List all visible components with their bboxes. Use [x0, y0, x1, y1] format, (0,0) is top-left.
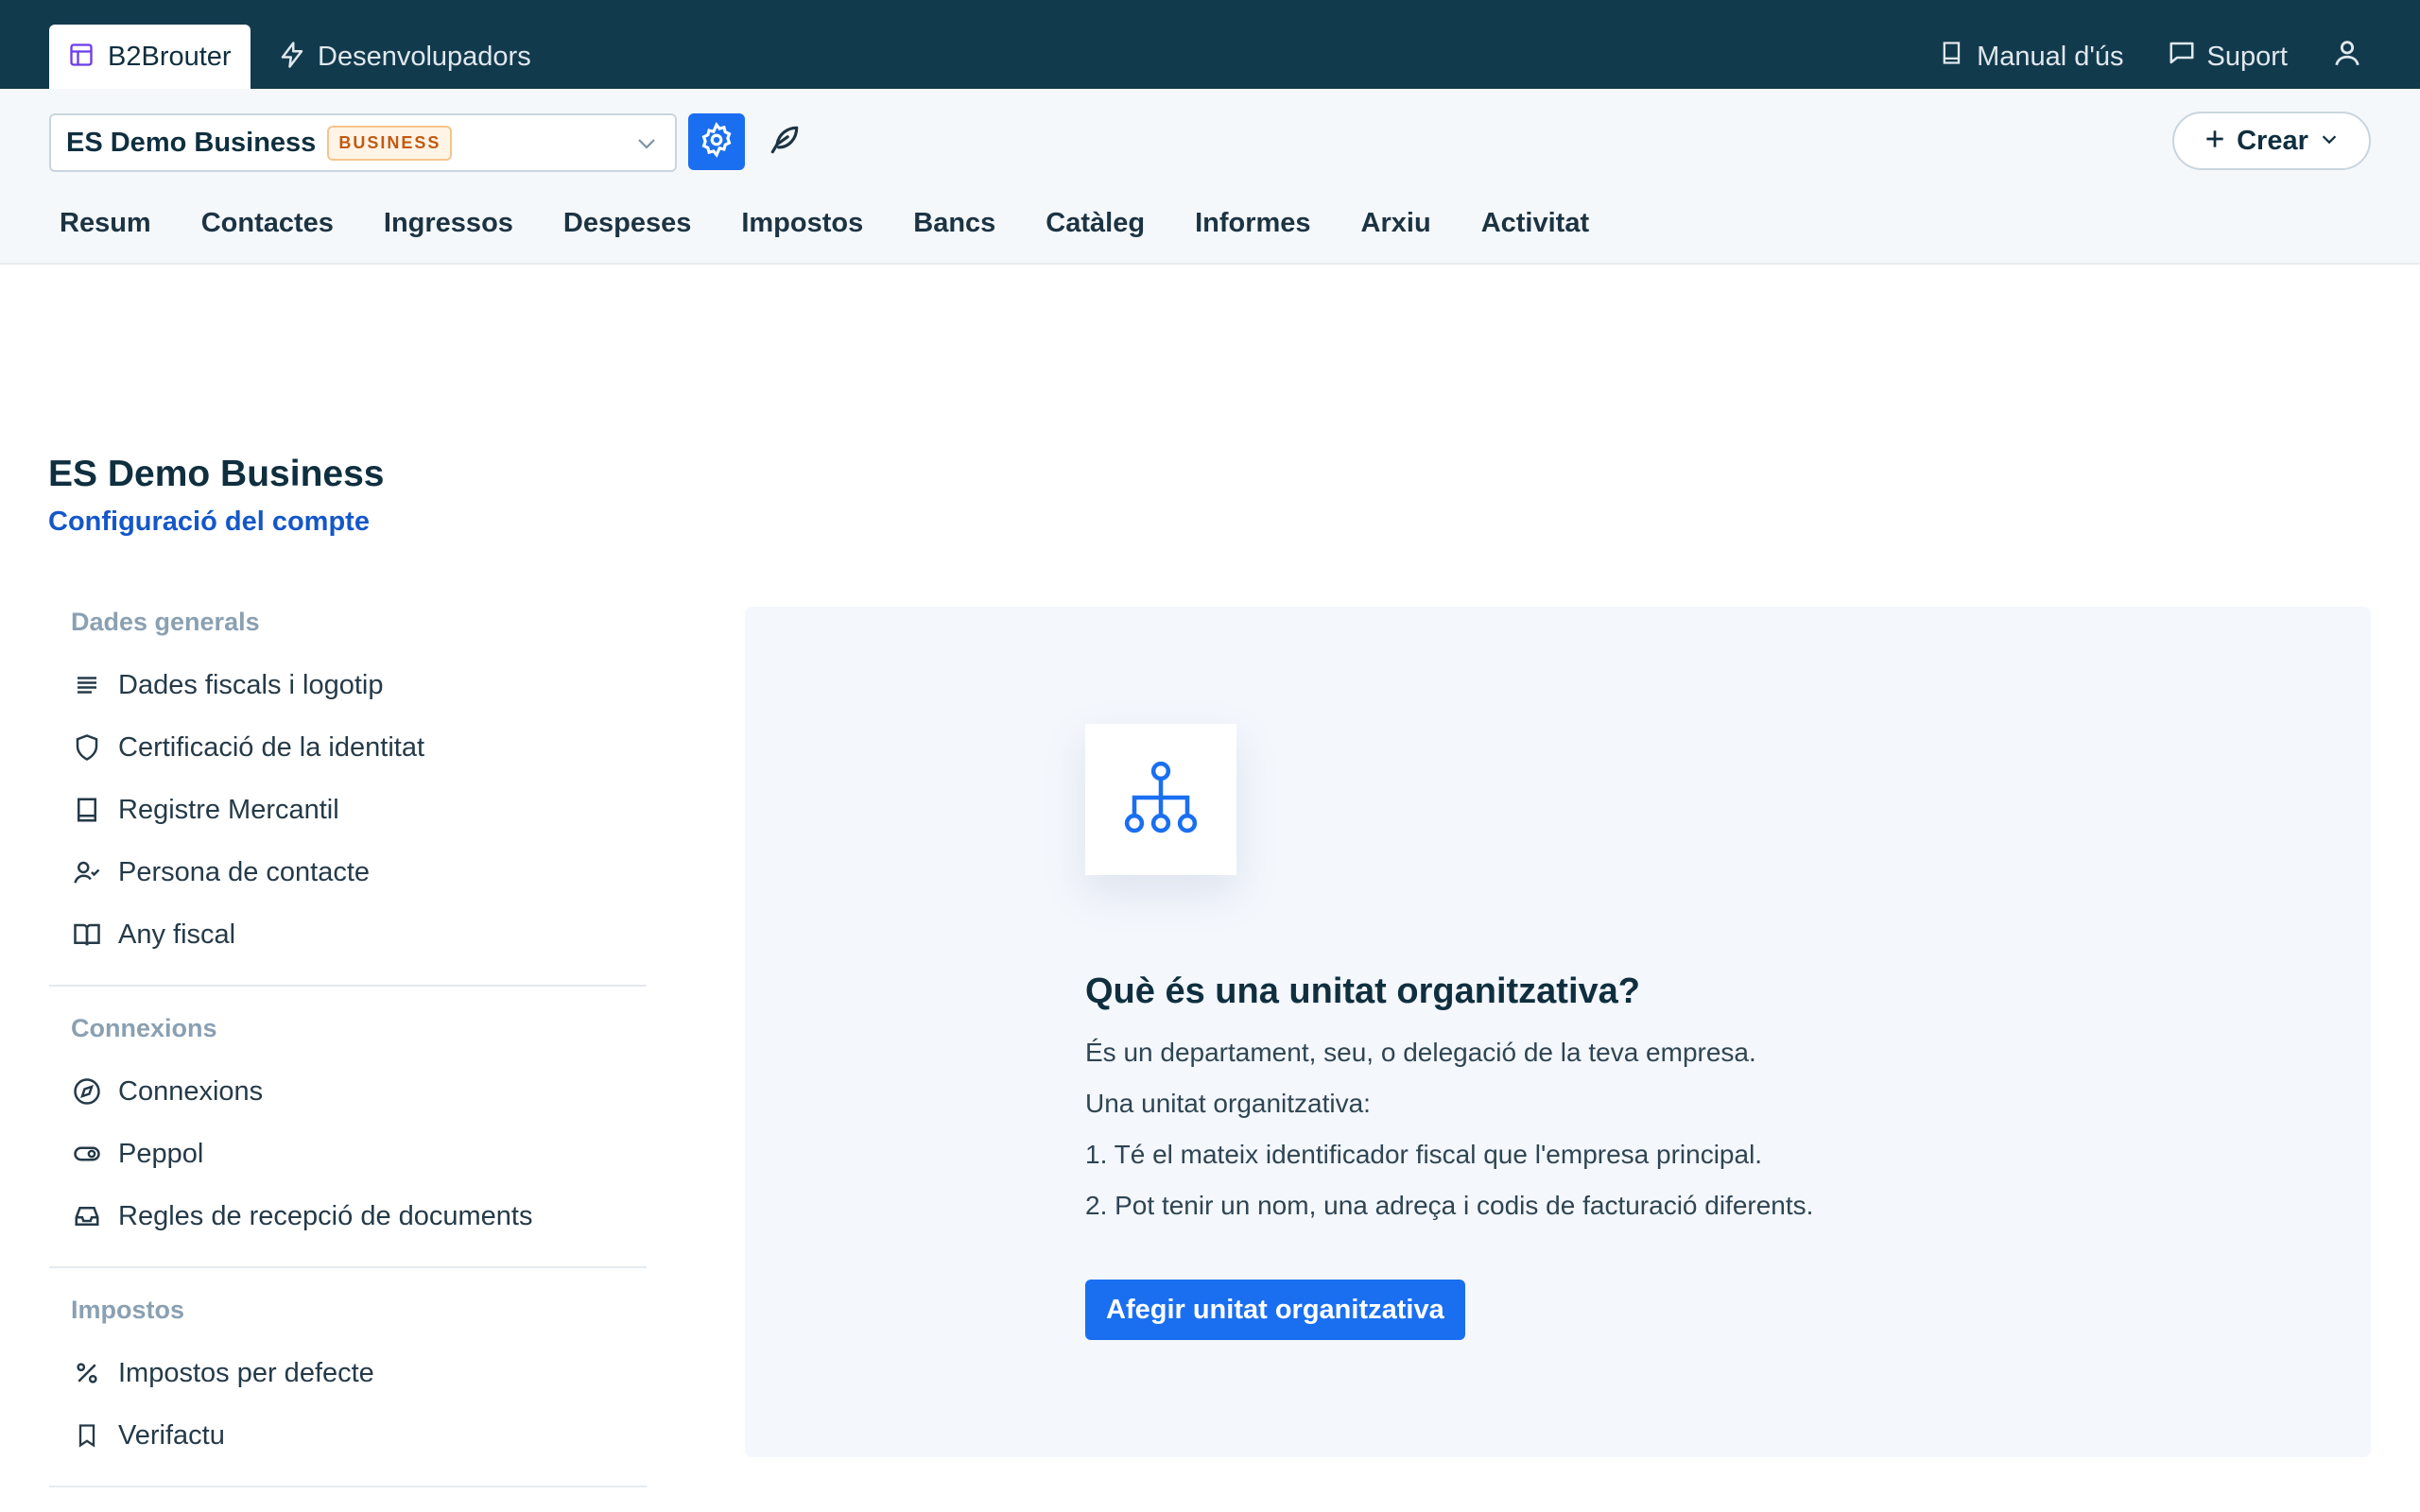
- sidebar-item-contact-person[interactable]: Persona de contacte: [49, 841, 647, 903]
- org-chart-icon: [1121, 758, 1201, 842]
- create-label: Crear: [2237, 125, 2308, 156]
- sidebar-item-label: Impostos per defecte: [118, 1357, 374, 1388]
- sidebar-item-label: Certificació de la identitat: [118, 731, 424, 763]
- add-org-unit-label: Afegir unitat organitzativa: [1106, 1294, 1444, 1325]
- gear-icon: [699, 121, 735, 163]
- book-icon: [1939, 39, 1965, 75]
- page-subtitle: Configuració del compte: [48, 507, 370, 537]
- divider: [49, 1486, 647, 1487]
- company-name: ES Demo Business: [66, 127, 317, 158]
- lightning-icon: [278, 41, 306, 74]
- feather-button[interactable]: [762, 113, 807, 170]
- sidebar-item-identity[interactable]: Certificació de la identitat: [49, 716, 647, 779]
- tab-b2brouter-label: B2Brouter: [108, 41, 232, 72]
- percent-icon: [71, 1357, 103, 1389]
- nav-bancs[interactable]: Bancs: [913, 208, 995, 239]
- plus-icon: [2203, 127, 2227, 156]
- nav-activitat[interactable]: Activitat: [1481, 208, 1589, 239]
- sidebar-item-label: Any fiscal: [118, 919, 236, 950]
- user-check-icon: [71, 856, 103, 888]
- top-bar: B2Brouter Desenvolupadors Manual d'ús Su…: [0, 0, 2420, 89]
- tab-developers-label: Desenvolupadors: [318, 41, 531, 72]
- section-title-connections: Connexions: [71, 1014, 217, 1042]
- chevron-down-icon: [2318, 129, 2341, 154]
- empty-state-title: Què és una unitat organitzativa?: [1085, 971, 1640, 1011]
- sidebar-item-label: Dades fiscals i logotip: [118, 669, 384, 700]
- sidebar-item-fiscal-year[interactable]: Any fiscal: [49, 903, 647, 966]
- org-chart-card: [1085, 724, 1236, 875]
- empty-state-line-1: És un departament, seu, o delegació de l…: [1085, 1038, 1756, 1067]
- user-menu-button[interactable]: [2331, 37, 2363, 77]
- sidebar-item-peppol[interactable]: Peppol: [49, 1123, 647, 1185]
- plan-badge: BUSINESS: [327, 125, 453, 161]
- toggle-icon: [71, 1138, 103, 1170]
- top-right-menu: Manual d'ús Suport: [1939, 25, 2420, 89]
- app-grid-icon: [68, 42, 95, 73]
- nav-resum[interactable]: Resum: [60, 208, 151, 239]
- manual-label: Manual d'ús: [1977, 41, 2124, 72]
- sidebar-item-label: Connexions: [118, 1075, 264, 1107]
- nav-contactes[interactable]: Contactes: [201, 208, 334, 239]
- tab-b2brouter[interactable]: B2Brouter: [49, 25, 251, 89]
- page-title: ES Demo Business: [48, 454, 385, 494]
- nav-impostos[interactable]: Impostos: [741, 208, 863, 239]
- nav-despeses[interactable]: Despeses: [563, 208, 691, 239]
- nav-ingressos[interactable]: Ingressos: [384, 208, 513, 239]
- sidebar-item-label: Registre Mercantil: [118, 794, 339, 825]
- empty-state-line-3: 1. Té el mateix identificador fiscal que…: [1085, 1140, 1763, 1169]
- feather-icon: [767, 122, 803, 163]
- open-book-icon: [71, 919, 103, 951]
- sidebar-item-label: Peppol: [118, 1138, 204, 1169]
- inbox-icon: [71, 1200, 103, 1232]
- account-bar: ES Demo Business BUSINESS Crear Resum Co…: [0, 89, 2420, 265]
- compass-icon: [71, 1075, 103, 1108]
- nav-informes[interactable]: Informes: [1195, 208, 1310, 239]
- user-icon: [2331, 37, 2363, 77]
- book-icon: [71, 794, 103, 826]
- shield-icon: [71, 731, 103, 764]
- main-nav: Resum Contactes Ingressos Despeses Impos…: [60, 208, 1639, 239]
- sidebar-item-receipt-rules[interactable]: Regles de recepció de documents: [49, 1185, 647, 1247]
- company-selector[interactable]: ES Demo Business BUSINESS: [49, 113, 677, 172]
- sidebar-item-tax-data[interactable]: Dades fiscals i logotip: [49, 654, 647, 716]
- tab-developers[interactable]: Desenvolupadors: [278, 25, 531, 89]
- text-lines-icon: [71, 669, 103, 701]
- empty-state-panel: Què és una unitat organitzativa? És un d…: [745, 607, 2371, 1457]
- nav-arxiu[interactable]: Arxiu: [1361, 208, 1431, 239]
- sidebar-item-default-taxes[interactable]: Impostos per defecte: [49, 1342, 647, 1404]
- divider: [49, 985, 647, 987]
- settings-button[interactable]: [688, 113, 745, 170]
- sidebar-item-label: Persona de contacte: [118, 856, 371, 887]
- sidebar-item-connections[interactable]: Connexions: [49, 1060, 647, 1123]
- bookmark-icon: [71, 1419, 103, 1452]
- section-title-general: Dades generals: [71, 608, 260, 636]
- create-button[interactable]: Crear: [2172, 112, 2371, 170]
- settings-sidebar: Dades generals Dades fiscals i logotip C…: [49, 601, 647, 1508]
- chevron-down-icon: [633, 132, 660, 160]
- support-link[interactable]: Suport: [2168, 39, 2288, 75]
- empty-state-line-2: Una unitat organitzativa:: [1085, 1089, 1371, 1118]
- divider: [49, 1266, 647, 1268]
- sidebar-item-label: Regles de recepció de documents: [118, 1200, 533, 1231]
- chat-icon: [2168, 39, 2196, 75]
- sidebar-item-label: Verifactu: [118, 1419, 225, 1451]
- section-title-taxes: Impostos: [71, 1296, 185, 1324]
- nav-cataleg[interactable]: Catàleg: [1046, 208, 1145, 239]
- manual-link[interactable]: Manual d'ús: [1939, 39, 2124, 75]
- add-org-unit-button[interactable]: Afegir unitat organitzativa: [1085, 1280, 1465, 1340]
- support-label: Suport: [2206, 41, 2288, 72]
- sidebar-item-verifactu[interactable]: Verifactu: [49, 1404, 647, 1467]
- sidebar-item-registry[interactable]: Registre Mercantil: [49, 779, 647, 841]
- empty-state-line-4: 2. Pot tenir un nom, una adreça i codis …: [1085, 1191, 1814, 1220]
